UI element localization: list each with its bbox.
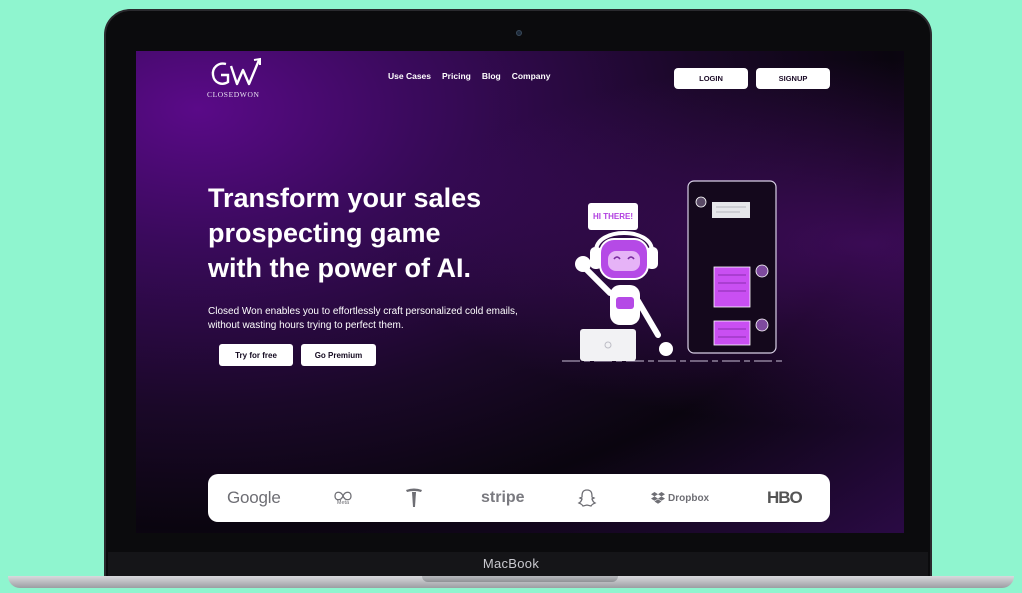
try-for-free-button[interactable]: Try for free — [219, 344, 293, 366]
signup-button[interactable]: SIGNUP — [756, 68, 830, 89]
laptop-notch — [422, 576, 618, 582]
hero-title-line-2: prospecting game — [208, 218, 441, 248]
tesla-logo — [405, 474, 423, 522]
phone-chat-icon — [687, 180, 777, 354]
hero-subtitle: Closed Won enables you to effortlessly c… — [208, 306, 518, 331]
brand-name: CLOSEDWON — [207, 90, 260, 99]
nav-use-cases[interactable]: Use Cases — [388, 71, 431, 81]
robot-icon — [575, 231, 673, 361]
partner-logos-bar: Google Meta stripe Dropbox HBO — [208, 474, 830, 522]
hero-title: Transform your sales prospecting game wi… — [208, 181, 538, 286]
main-nav: Use Cases Pricing Blog Company — [388, 71, 550, 81]
nav-pricing[interactable]: Pricing — [442, 71, 471, 81]
hbo-logo: HBO — [767, 488, 803, 507]
nav-blog[interactable]: Blog — [482, 71, 501, 81]
go-premium-button[interactable]: Go Premium — [301, 344, 376, 366]
stripe-logo: stripe — [481, 489, 525, 506]
dropbox-label: Dropbox — [668, 492, 710, 504]
brand-logo[interactable]: CLOSEDWON — [207, 57, 267, 101]
login-button[interactable]: LOGIN — [674, 68, 748, 89]
gw-arrow-logo-icon — [211, 57, 261, 86]
nav-company[interactable]: Company — [512, 71, 551, 81]
dropbox-icon — [651, 492, 665, 504]
device-label: MacBook — [482, 556, 540, 571]
snapchat-logo — [577, 474, 597, 522]
hero-title-line-1: Transform your sales — [208, 183, 482, 213]
tesla-t-icon — [406, 488, 422, 507]
meta-logo: Meta — [331, 474, 355, 522]
dropbox-logo: Dropbox — [651, 474, 709, 522]
hero-title-line-3: with the power of AI. — [208, 253, 471, 283]
meta-label: Meta — [336, 499, 350, 506]
google-logo: Google — [227, 488, 281, 507]
camera-icon — [516, 30, 522, 36]
laptop-screen: CLOSEDWON Use Cases Pricing Blog Company… — [136, 51, 904, 533]
speech-bubble: HI THERE! — [588, 203, 638, 230]
snapchat-ghost-icon — [577, 489, 597, 507]
